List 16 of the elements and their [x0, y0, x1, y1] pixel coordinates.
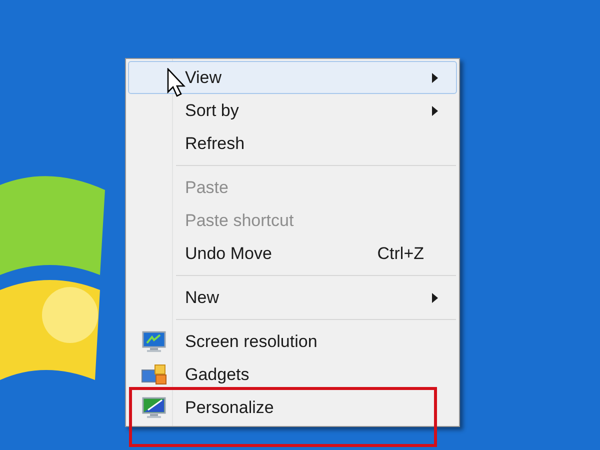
gadgets-icon: [141, 364, 167, 386]
mouse-pointer-icon: [167, 68, 187, 98]
menu-item[interactable]: Gadgets: [128, 358, 457, 391]
submenu-arrow-icon: [432, 106, 438, 116]
monitor-brush-icon: [142, 396, 166, 418]
shortcut-text: Ctrl+Z: [377, 242, 424, 265]
menu-item[interactable]: Personalize: [128, 391, 457, 424]
menu-item[interactable]: Screen resolution: [128, 325, 457, 358]
menu-item[interactable]: New: [128, 281, 457, 314]
submenu-arrow-icon: [432, 72, 438, 82]
submenu-arrow-icon: [432, 292, 438, 302]
monitor-icon: [142, 330, 166, 352]
menu-item[interactable]: Sort by: [128, 94, 457, 127]
menu-item[interactable]: View: [128, 61, 457, 94]
menu-item[interactable]: Undo Move Ctrl+Z: [128, 237, 457, 270]
menu-item[interactable]: Refresh: [128, 127, 457, 160]
